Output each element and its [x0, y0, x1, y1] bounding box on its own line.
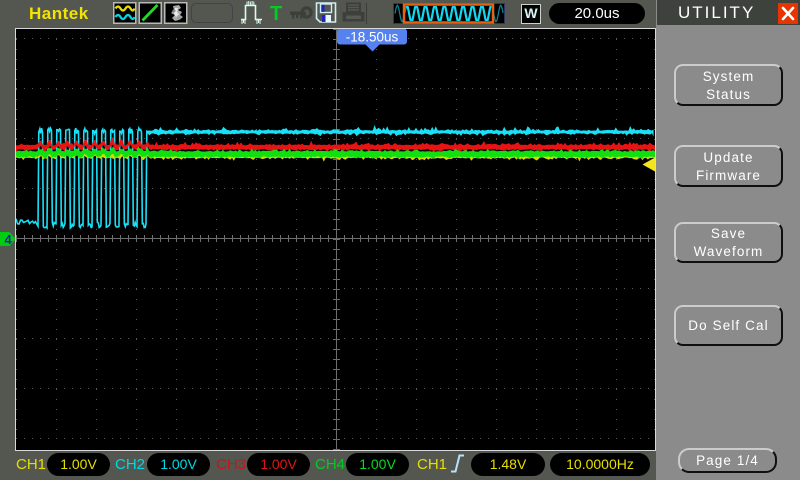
svg-text:4: 4	[5, 232, 13, 247]
svg-text:-18.50us: -18.50us	[346, 30, 399, 45]
svg-text:T: T	[270, 3, 282, 25]
